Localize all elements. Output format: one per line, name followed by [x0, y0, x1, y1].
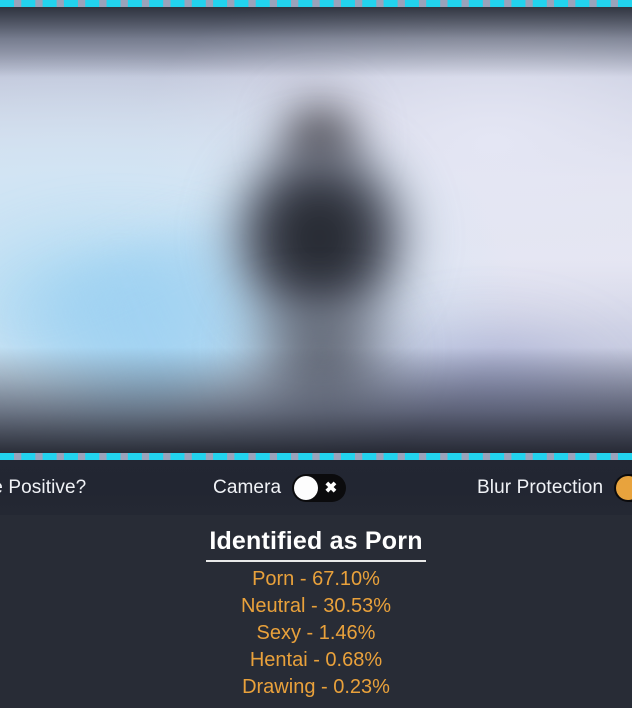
nsfw-detector-overlay: False Positive? Camera ✖ Blur Protection… — [0, 0, 632, 708]
score-item: Sexy - 1.46% — [256, 622, 376, 644]
verdict-heading: Identified as Porn — [206, 527, 426, 562]
classification-results-panel: Identified as Porn Porn - 67.10% Neutral … — [0, 515, 632, 708]
blur-canvas — [0, 7, 632, 453]
camera-label: Camera — [213, 476, 282, 498]
false-positive-label: False Positive? — [0, 476, 87, 498]
false-positive-control[interactable]: False Positive? — [0, 477, 86, 499]
score-list: Porn - 67.10% Neutral - 30.53% Sexy - 1.46… — [0, 566, 632, 701]
blur-protection-control[interactable]: Blur Protection — [477, 473, 632, 502]
blur-protection-label: Blur Protection — [477, 476, 604, 498]
close-icon: ✖ — [324, 479, 338, 496]
score-item: Hentai - 0.68% — [249, 649, 383, 671]
score-item: Drawing - 0.23% — [242, 676, 390, 698]
blur-protection-toggle-knob — [616, 475, 632, 500]
feed-top-vignette — [0, 7, 632, 77]
camera-control[interactable]: Camera ✖ — [213, 473, 347, 502]
camera-toggle-knob — [294, 475, 319, 500]
control-bar: False Positive? Camera ✖ Blur Protection — [0, 460, 632, 515]
blur-protection-toggle[interactable] — [614, 473, 632, 502]
score-item: Neutral - 30.53% — [240, 595, 392, 617]
camera-toggle[interactable]: ✖ — [292, 473, 347, 502]
score-item: Porn - 67.10% — [252, 568, 380, 590]
feed-bottom-vignette — [0, 347, 632, 453]
blurred-video-feed[interactable] — [0, 0, 632, 460]
